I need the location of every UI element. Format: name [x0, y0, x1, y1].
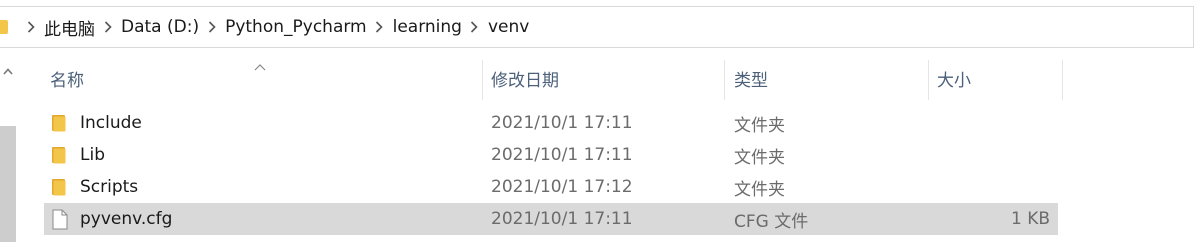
file-row[interactable]: Include 2021/10/1 17:11 文件夹: [44, 107, 1058, 139]
column-divider[interactable]: [724, 60, 725, 100]
column-size[interactable]: 大小: [931, 56, 1061, 100]
chevron-right-icon[interactable]: [375, 20, 384, 34]
file-name: Include: [80, 113, 142, 133]
file-list: Include 2021/10/1 17:11 文件夹 Lib 2021/10/…: [44, 107, 1058, 235]
column-divider[interactable]: [1062, 60, 1063, 100]
column-type[interactable]: 类型: [728, 56, 928, 100]
file-name-cell: pyvenv.cfg: [52, 203, 172, 235]
file-name: Lib: [80, 145, 105, 165]
file-name-cell: Include: [52, 107, 142, 139]
column-modified[interactable]: 修改日期: [485, 56, 723, 100]
file-name: pyvenv.cfg: [80, 209, 173, 229]
chevron-right-icon[interactable]: [470, 20, 479, 34]
address-bar[interactable]: 此电脑 Data (D:) Python_Pycharm learning ve…: [0, 6, 1194, 48]
navigation-pane: [0, 56, 16, 242]
file-type: CFG 文件: [734, 211, 809, 232]
folder-icon: [0, 20, 8, 34]
file-icon: [52, 209, 68, 229]
scroll-up-arrow-icon[interactable]: [0, 64, 16, 78]
file-modified: 2021/10/1 17:11: [491, 113, 633, 133]
file-modified: 2021/10/1 17:12: [491, 177, 633, 197]
file-modified: 2021/10/1 17:11: [491, 145, 633, 165]
breadcrumb-venv[interactable]: venv: [486, 15, 531, 39]
file-row[interactable]: Scripts 2021/10/1 17:12 文件夹: [44, 171, 1058, 203]
scrollbar-thumb[interactable]: [0, 126, 16, 242]
chevron-right-icon[interactable]: [103, 20, 112, 34]
file-type: 文件夹: [734, 147, 785, 168]
folder-icon: [52, 147, 66, 164]
folder-icon: [52, 115, 66, 132]
file-row-selected[interactable]: pyvenv.cfg 2021/10/1 17:11 CFG 文件 1 KB: [44, 203, 1058, 235]
file-modified: 2021/10/1 17:11: [491, 209, 633, 229]
folder-icon: [52, 179, 66, 196]
column-divider[interactable]: [482, 60, 483, 100]
file-name-cell: Lib: [52, 139, 105, 171]
column-name[interactable]: 名称: [44, 56, 482, 100]
file-size: 1 KB: [1010, 209, 1050, 229]
chevron-right-icon[interactable]: [207, 20, 216, 34]
file-type: 文件夹: [734, 179, 785, 200]
file-name-cell: Scripts: [52, 171, 138, 203]
column-header: 名称 修改日期 类型 大小: [44, 56, 1064, 100]
breadcrumb-drive[interactable]: Data (D:): [119, 15, 201, 39]
column-divider[interactable]: [928, 60, 929, 100]
breadcrumb-learning[interactable]: learning: [391, 15, 464, 39]
breadcrumb-python-pycharm[interactable]: Python_Pycharm: [223, 15, 369, 39]
file-row[interactable]: Lib 2021/10/1 17:11 文件夹: [44, 139, 1058, 171]
file-name: Scripts: [80, 177, 139, 197]
file-type: 文件夹: [734, 115, 785, 136]
breadcrumb-this-pc[interactable]: 此电脑: [42, 13, 97, 42]
chevron-right-icon[interactable]: [26, 20, 35, 34]
